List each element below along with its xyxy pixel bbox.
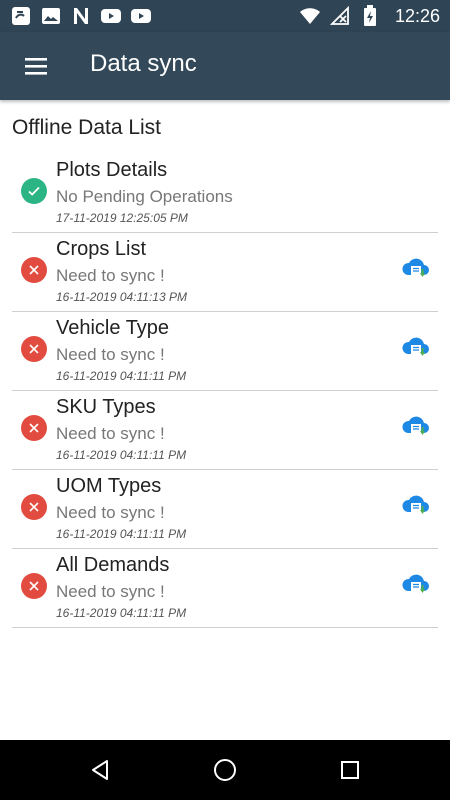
item-timestamp: 16-11-2019 04:11:11 PM	[56, 606, 187, 620]
cloud-sync-button[interactable]	[400, 490, 432, 522]
youtube-icon	[130, 5, 152, 27]
status-bar: 12:26	[0, 0, 450, 32]
app-bar: Data sync	[0, 32, 450, 100]
item-timestamp: 16-11-2019 04:11:11 PM	[56, 448, 187, 462]
list-item[interactable]: SKU Types Need to sync ! 16-11-2019 04:1…	[12, 391, 438, 470]
error-cross-icon	[21, 573, 47, 599]
n-icon	[70, 5, 92, 27]
error-cross-icon	[21, 494, 47, 520]
cloud-sync-icon	[402, 495, 429, 514]
item-timestamp: 17-11-2019 12:25:05 PM	[56, 211, 188, 225]
image-icon	[40, 5, 62, 27]
item-status: Need to sync !	[56, 582, 165, 601]
cloud-sync-icon	[402, 416, 429, 435]
item-status: No Pending Operations	[56, 187, 233, 206]
cloud-sync-icon	[402, 337, 429, 356]
error-cross-icon	[21, 257, 47, 283]
item-title: All Demands	[56, 554, 170, 576]
cloud-sync-button[interactable]	[400, 569, 432, 601]
cloud-sync-button[interactable]	[400, 411, 432, 443]
back-icon	[92, 760, 108, 780]
recents-icon	[341, 761, 359, 779]
list-item[interactable]: All Demands Need to sync ! 16-11-2019 04…	[12, 549, 438, 628]
section-title: Offline Data List	[12, 116, 162, 139]
cloud-sync-button[interactable]	[400, 253, 432, 285]
system-icons: 12:26	[299, 5, 440, 27]
hamburger-menu-icon	[25, 58, 47, 75]
cloud-sync-button[interactable]	[400, 332, 432, 364]
page-title: Data sync	[90, 50, 197, 77]
home-icon	[214, 759, 236, 781]
cloud-sync-icon	[402, 574, 429, 593]
youtube-icon	[100, 5, 122, 27]
cloud-sync-icon	[402, 258, 429, 277]
back-button[interactable]	[82, 752, 118, 788]
list-item[interactable]: Crops List Need to sync ! 16-11-2019 04:…	[12, 233, 438, 312]
notification-icons	[10, 5, 152, 27]
item-title: Plots Details	[56, 159, 168, 181]
offline-data-list: Plots Details No Pending Operations 17-1…	[12, 154, 438, 628]
home-button[interactable]	[207, 752, 243, 788]
no-signal-icon	[329, 5, 351, 27]
error-cross-icon	[21, 415, 47, 441]
menu-button[interactable]	[14, 44, 58, 88]
item-timestamp: 16-11-2019 04:11:11 PM	[56, 527, 187, 541]
battery-icon	[359, 5, 381, 27]
list-item[interactable]: Plots Details No Pending Operations 17-1…	[12, 154, 438, 233]
clock: 12:26	[394, 5, 440, 26]
item-status: Need to sync !	[56, 266, 165, 285]
navigation-bar	[0, 740, 450, 800]
item-title: UOM Types	[56, 475, 162, 497]
item-title: SKU Types	[56, 396, 156, 418]
item-title: Crops List	[56, 238, 147, 260]
item-status: Need to sync !	[56, 424, 165, 443]
success-check-icon	[21, 178, 47, 204]
item-status: Need to sync !	[56, 503, 165, 522]
item-title: Vehicle Type	[56, 317, 170, 339]
item-status: Need to sync !	[56, 345, 165, 364]
wifi-icon	[299, 5, 321, 27]
recents-button[interactable]	[332, 752, 368, 788]
item-timestamp: 16-11-2019 04:11:13 PM	[56, 290, 187, 304]
list-item[interactable]: UOM Types Need to sync ! 16-11-2019 04:1…	[12, 470, 438, 549]
item-timestamp: 16-11-2019 04:11:11 PM	[56, 369, 187, 383]
app-notification-icon	[10, 5, 32, 27]
list-item[interactable]: Vehicle Type Need to sync ! 16-11-2019 0…	[12, 312, 438, 391]
error-cross-icon	[21, 336, 47, 362]
